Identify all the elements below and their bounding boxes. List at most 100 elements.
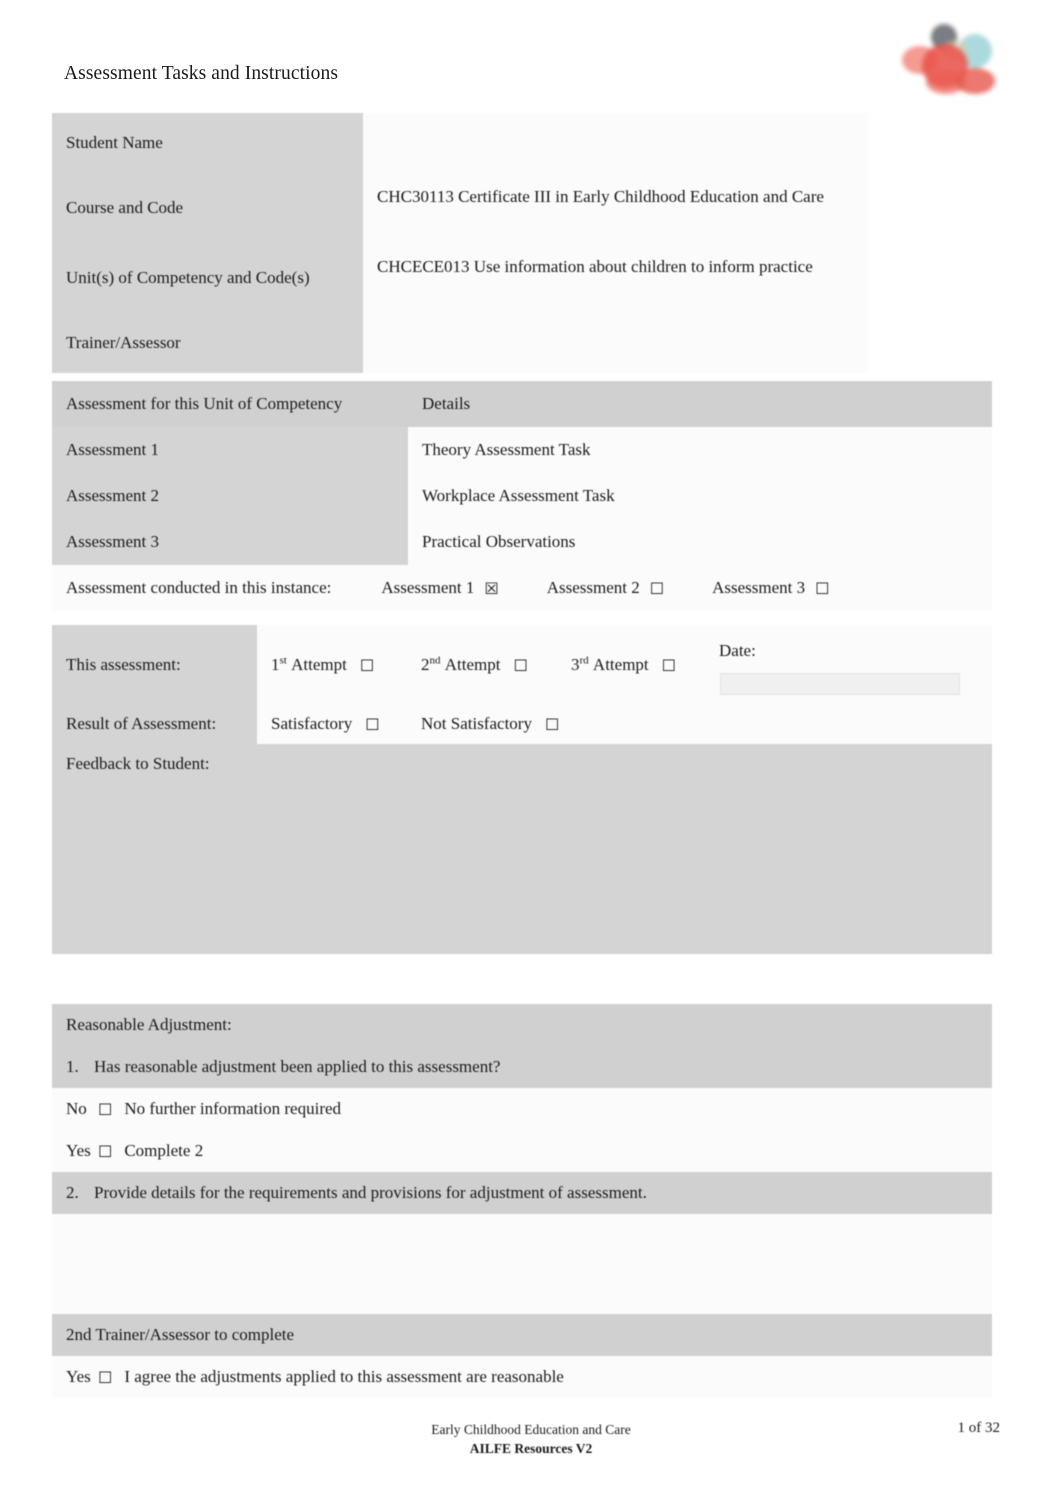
table-row <box>52 1214 992 1314</box>
student-details-table: Student Name Course and Code CHC30113 Ce… <box>52 113 868 373</box>
course-code-value[interactable]: CHC30113 Certificate III in Early Childh… <box>363 173 868 243</box>
answer-yes-prefix: Yes <box>66 1140 91 1160</box>
second-trainer-title: 2nd Trainer/Assessor to complete <box>52 1314 992 1356</box>
date-cell[interactable]: Date: <box>705 625 992 705</box>
date-label: Date: <box>719 641 756 660</box>
trainer-assessor-field[interactable] <box>363 313 868 373</box>
checkbox-attempt-2[interactable]: ☐ <box>513 656 527 675</box>
adjustment-answer-no[interactable]: No ☐ No further information required <box>52 1088 992 1130</box>
attempt-2-label: Attempt <box>444 654 501 674</box>
table-row: Yes ☐ Complete 2 <box>52 1130 992 1172</box>
table-row: Feedback to Student: <box>52 743 992 954</box>
question-2-text: Provide details for the requirements and… <box>94 1182 647 1202</box>
page-number: 1 of 32 <box>957 1420 1001 1436</box>
attempt-1-cell[interactable]: 1st Attempt ☐ <box>257 625 407 705</box>
attempt-1-option[interactable]: 1st Attempt ☐ <box>271 654 374 677</box>
conducted-option-1-label: Assessment 1 <box>381 577 475 597</box>
conducted-option-2-label: Assessment 2 <box>546 577 640 597</box>
result-satisfactory-label: Satisfactory <box>271 714 353 733</box>
table-row: 2nd Trainer/Assessor to complete <box>52 1314 992 1356</box>
feedback-cell[interactable]: Feedback to Student: <box>52 743 992 954</box>
adjustment-question-2: 2. Provide details for the requirements … <box>52 1172 992 1214</box>
assessment-conducted-row: Assessment conducted in this instance: A… <box>52 565 992 611</box>
feedback-label: Feedback to Student: <box>66 753 210 773</box>
assessment-3-label: Assessment 3 <box>52 519 408 565</box>
page-footer: Early Childhood Education and Care AILFE… <box>0 1420 1062 1458</box>
date-input[interactable] <box>720 673 960 695</box>
table-row: Assessment conducted in this instance: A… <box>52 565 992 611</box>
attempt-2-option[interactable]: 2nd Attempt ☐ <box>421 654 528 677</box>
result-satisfactory-cell[interactable]: Satisfactory ☐ <box>257 705 407 744</box>
conducted-option-assessment-1[interactable]: Assessment 1 ☒ <box>381 577 498 600</box>
unit-competency-value[interactable]: CHCECE013 Use information about children… <box>363 243 868 313</box>
student-name-field[interactable] <box>363 113 868 173</box>
checkbox-not-satisfactory[interactable]: ☐ <box>545 715 559 734</box>
conducted-option-assessment-3[interactable]: Assessment 3 ☐ <box>712 577 829 600</box>
table-row: Assessment 3 Practical Observations <box>52 519 992 565</box>
footer-line-2: AILFE Resources V2 <box>469 1441 593 1457</box>
table-header-row: Assessment for this Unit of Competency D… <box>52 381 992 427</box>
assessment-conducted-label: Assessment conducted in this instance: <box>66 577 332 597</box>
table-row: This assessment: 1st Attempt ☐ 2nd Attemp… <box>52 625 992 705</box>
assessment-2-detail: Workplace Assessment Task <box>408 473 992 519</box>
table-row: No ☐ No further information required <box>52 1088 992 1130</box>
reasonable-adjustment-table: Reasonable Adjustment: 1. Has reasonable… <box>52 1004 992 1398</box>
checkbox-attempt-1[interactable]: ☐ <box>360 656 374 675</box>
second-trainer-agree-text: I agree the adjustments applied to this … <box>124 1366 564 1386</box>
table-row: Reasonable Adjustment: <box>52 1004 992 1046</box>
answer-no-prefix: No <box>66 1098 87 1118</box>
attempt-1-label: Attempt <box>291 654 347 674</box>
result-satisfactory-option[interactable]: Satisfactory ☐ <box>271 713 380 736</box>
table-row: Course and Code CHC30113 Certificate III… <box>52 173 868 243</box>
assessment-1-label: Assessment 1 <box>52 427 408 473</box>
student-name-label: Student Name <box>52 113 363 173</box>
result-not-satisfactory-cell[interactable]: Not Satisfactory ☐ <box>407 705 992 744</box>
attempt-3-cell[interactable]: 3rd Attempt ☐ <box>557 625 705 705</box>
assessment-1-detail: Theory Assessment Task <box>408 427 992 473</box>
assessment-3-detail: Practical Observations <box>408 519 992 565</box>
details-col-header: Details <box>408 381 992 427</box>
question-1-number: 1. <box>66 1056 79 1076</box>
this-assessment-label: This assessment: <box>52 625 257 705</box>
second-trainer-agreement[interactable]: Yes ☐ I agree the adjustments applied to t… <box>52 1356 992 1398</box>
checkbox-satisfactory[interactable]: ☐ <box>365 715 379 734</box>
checkbox-attempt-3[interactable]: ☐ <box>662 656 676 675</box>
question-2-number: 2. <box>66 1182 79 1202</box>
attempt-2-ordinal: 2 <box>421 654 430 674</box>
table-row: Trainer/Assessor <box>52 313 868 373</box>
result-not-satisfactory-label: Not Satisfactory <box>421 714 532 733</box>
result-label: Result of Assessment: <box>52 705 257 744</box>
checkbox-assessment-1[interactable]: ☒ <box>484 579 498 598</box>
adjustment-answer-yes[interactable]: Yes ☐ Complete 2 <box>52 1130 992 1172</box>
table-row: Assessment 1 Theory Assessment Task <box>52 427 992 473</box>
assessment-col-header: Assessment for this Unit of Competency <box>52 381 408 427</box>
checkbox-adjustment-yes[interactable]: ☐ <box>98 1144 112 1160</box>
table-row: 1. Has reasonable adjustment been applie… <box>52 1046 992 1088</box>
table-row: Student Name <box>52 113 868 173</box>
conducted-option-assessment-2[interactable]: Assessment 2 ☐ <box>547 577 664 600</box>
course-code-label: Course and Code <box>52 173 363 243</box>
reasonable-adjustment-title: Reasonable Adjustment: <box>52 1004 992 1046</box>
ailfe-logo-icon <box>900 18 1006 110</box>
adjustment-question-1: 1. Has reasonable adjustment been applie… <box>52 1046 992 1088</box>
assessment-list-table: Assessment for this Unit of Competency D… <box>52 381 992 611</box>
answer-no-text: No further information required <box>124 1098 342 1118</box>
checkbox-adjustment-no[interactable]: ☐ <box>98 1102 112 1118</box>
unit-competency-label: Unit(s) of Competency and Code(s) <box>52 243 363 313</box>
assessment-2-label: Assessment 2 <box>52 473 408 519</box>
attempt-2-cell[interactable]: 2nd Attempt ☐ <box>407 625 557 705</box>
result-not-satisfactory-option[interactable]: Not Satisfactory ☐ <box>421 713 559 736</box>
checkbox-assessment-2[interactable]: ☐ <box>650 579 664 598</box>
conducted-option-3-label: Assessment 3 <box>712 577 806 597</box>
attempt-1-ordinal: 1 <box>271 654 280 674</box>
footer-center-text: Early Childhood Education and Care AILFE… <box>0 1420 1062 1458</box>
footer-line-1: Early Childhood Education and Care <box>431 1422 631 1437</box>
table-row: Yes ☐ I agree the adjustments applied to t… <box>52 1356 992 1398</box>
attempt-3-option[interactable]: 3rd Attempt ☐ <box>571 654 676 677</box>
attempt-3-suffix: rd <box>579 654 589 667</box>
checkbox-assessment-3[interactable]: ☐ <box>815 579 829 598</box>
adjustment-details-field[interactable] <box>52 1214 992 1314</box>
attempt-2-suffix: nd <box>429 654 441 667</box>
checkbox-second-trainer-agree[interactable]: ☐ <box>98 1370 112 1386</box>
page-title: Assessment Tasks and Instructions <box>64 63 339 84</box>
